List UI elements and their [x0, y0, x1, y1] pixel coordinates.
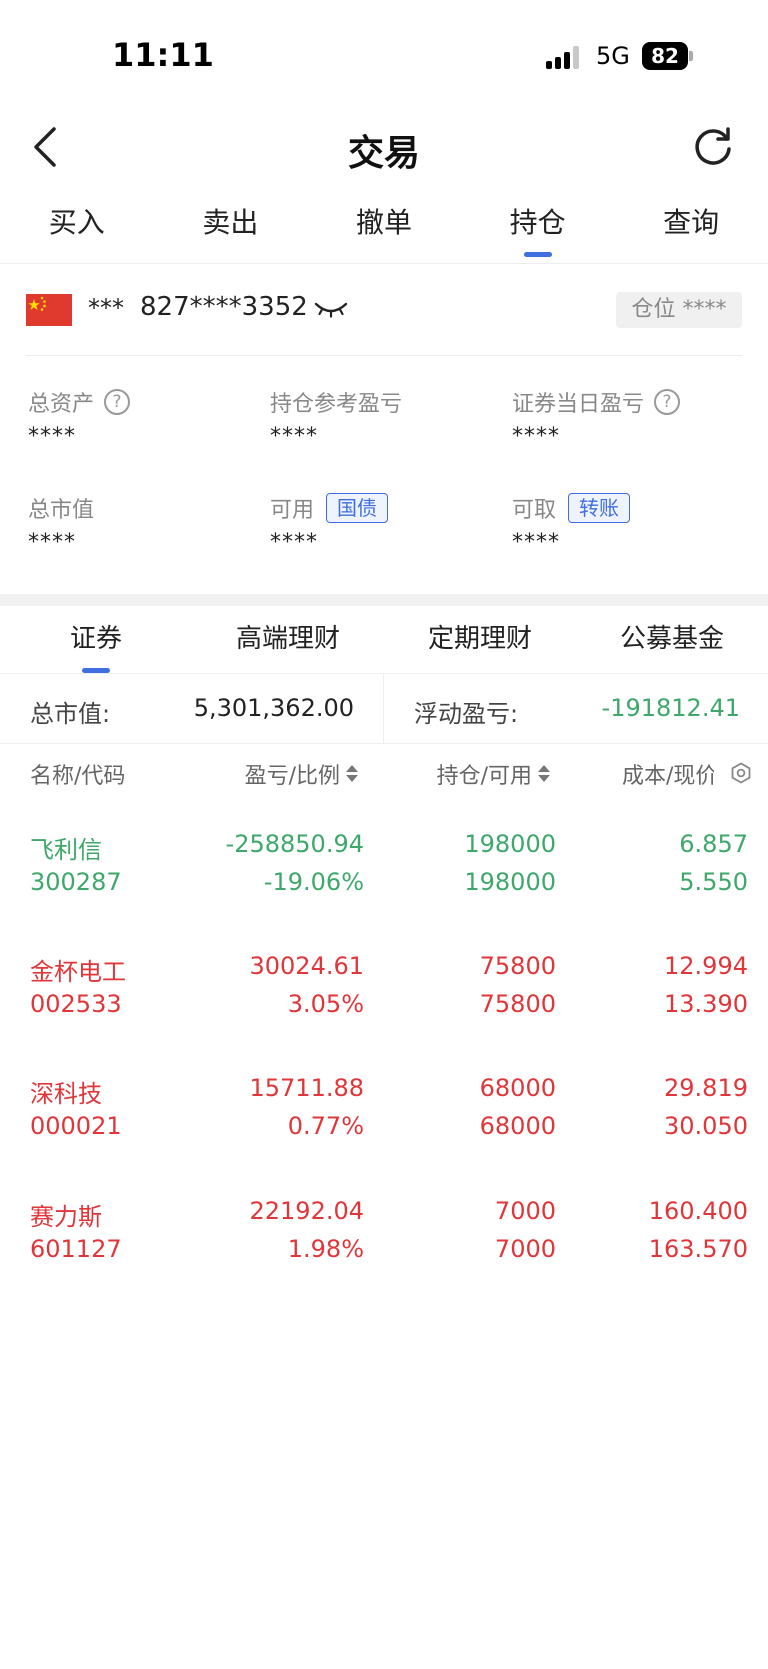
- totals-row: 总市值: 5,301,362.00 浮动盈亏: -191812.41: [0, 674, 768, 744]
- trade-tabs: 买入 卖出 撤单 持仓 查询: [0, 196, 768, 264]
- table-row[interactable]: 飞利信 300287 -258850.94 -19.06% 198000 198000 6.…: [0, 830, 768, 910]
- pnl-ratio: -19.06%: [263, 868, 364, 896]
- table-row[interactable]: 金杯电工 002533 30024.61 3.05% 75800 75800 12.994 1…: [0, 952, 768, 1032]
- page-title: 交易: [347, 133, 420, 174]
- holding-qty: 7000: [494, 1197, 556, 1225]
- active-tab-indicator: [523, 252, 552, 257]
- floating-pnl-label: 浮动盈亏:: [414, 700, 519, 728]
- col-cost-price: 成本/现价: [622, 764, 714, 789]
- tab-positions[interactable]: 持仓: [461, 196, 615, 263]
- stock-code: 002533: [30, 990, 122, 1018]
- summary-daily-pnl: 证券当日盈亏? ****: [512, 386, 752, 466]
- battery-level: 82: [642, 42, 688, 70]
- col-holding-available[interactable]: 持仓/可用: [437, 758, 550, 790]
- available-qty: 75800: [479, 990, 556, 1018]
- col-name-code: 名称/代码: [30, 764, 126, 789]
- position-pnl-value: ****: [270, 424, 318, 449]
- available-value: ****: [270, 530, 318, 555]
- pnl-amount: -258850.94: [225, 830, 364, 858]
- total-market-value-label: 总市值:: [30, 700, 111, 728]
- tab-premium-wealth[interactable]: 高端理财: [192, 614, 384, 673]
- cost-price: 6.857: [679, 830, 748, 858]
- summary-total-assets: 总资产? ****: [28, 386, 268, 466]
- summary-available: 可用 国债 ****: [270, 492, 510, 572]
- tab-query[interactable]: 查询: [614, 196, 768, 263]
- treasury-bond-tag[interactable]: 国债: [326, 493, 389, 523]
- current-price: 163.570: [648, 1235, 748, 1263]
- withdrawable-value: ****: [512, 530, 560, 555]
- tab-fixed-term-wealth[interactable]: 定期理财: [384, 614, 576, 673]
- available-qty: 7000: [494, 1235, 556, 1263]
- stock-code: 601127: [30, 1235, 122, 1263]
- stock-name: 赛力斯: [30, 1203, 102, 1231]
- holding-qty: 198000: [464, 830, 556, 858]
- positions-table-header: 名称/代码 盈亏/比例 持仓/可用 成本/现价: [0, 758, 768, 800]
- tab-buy[interactable]: 买入: [0, 196, 154, 263]
- section-separator: [0, 594, 768, 606]
- sort-icon[interactable]: [538, 764, 550, 784]
- table-row[interactable]: 赛力斯 601127 22192.04 1.98% 7000 7000 160.400 163…: [0, 1197, 768, 1277]
- help-icon[interactable]: ?: [104, 389, 131, 415]
- summary-market-value: 总市值 ****: [28, 492, 268, 572]
- available-qty: 198000: [464, 868, 556, 896]
- stock-code: 300287: [30, 868, 122, 896]
- current-price: 30.050: [664, 1112, 748, 1140]
- position-ratio-badge[interactable]: 仓位 ****: [616, 292, 742, 328]
- summary-position-pnl: 持仓参考盈亏 ****: [270, 386, 510, 466]
- stock-name: 深科技: [30, 1080, 102, 1108]
- pnl-ratio: 3.05%: [287, 990, 364, 1018]
- account-number: 827****3352: [140, 292, 308, 322]
- battery-icon: 82: [642, 42, 694, 70]
- asset-summary: 总资产? **** 持仓参考盈亏 **** 证券当日盈亏? **** 总市值 *…: [0, 386, 768, 586]
- stock-name: 飞利信: [30, 836, 102, 864]
- refresh-icon[interactable]: [690, 124, 736, 170]
- trade-positions-page: 11:11 5G 82 交易 买入 卖出 撤单 持仓 查询 *** 827***…: [0, 0, 768, 1669]
- table-row[interactable]: 深科技 000021 15711.88 0.77% 68000 68000 29.819 30…: [0, 1074, 768, 1154]
- cost-price: 160.400: [648, 1197, 748, 1225]
- daily-pnl-value: ****: [512, 424, 560, 449]
- cost-price: 29.819: [664, 1074, 748, 1102]
- market-value-value: ****: [28, 530, 76, 555]
- pnl-amount: 30024.61: [249, 952, 364, 980]
- status-time: 11:11: [112, 36, 214, 74]
- account-name-mask: ***: [88, 294, 124, 322]
- holding-qty: 68000: [479, 1074, 556, 1102]
- help-icon[interactable]: ?: [654, 389, 681, 415]
- nav-header: 交易: [0, 112, 768, 184]
- eye-closed-icon[interactable]: [314, 298, 348, 320]
- total-market-value: 5,301,362.00: [193, 694, 354, 722]
- current-price: 13.390: [664, 990, 748, 1018]
- sort-icon[interactable]: [346, 764, 358, 784]
- cost-price: 12.994: [664, 952, 748, 980]
- account-row: *** 827****3352 仓位 ****: [0, 288, 768, 356]
- transfer-tag[interactable]: 转账: [568, 493, 631, 523]
- summary-withdrawable: 可取 转账 ****: [512, 492, 752, 572]
- floating-pnl-value: -191812.41: [601, 694, 740, 722]
- tab-sell[interactable]: 卖出: [154, 196, 308, 263]
- hexagon-settings-icon[interactable]: [730, 762, 752, 784]
- pnl-ratio: 1.98%: [287, 1235, 364, 1263]
- holding-qty: 75800: [479, 952, 556, 980]
- current-price: 5.550: [679, 868, 748, 896]
- stock-code: 000021: [30, 1112, 122, 1140]
- signal-icon: [546, 45, 582, 69]
- available-qty: 68000: [479, 1112, 556, 1140]
- pnl-amount: 22192.04: [249, 1197, 364, 1225]
- tab-public-funds[interactable]: 公募基金: [576, 614, 768, 673]
- pnl-amount: 15711.88: [249, 1074, 364, 1102]
- network-type: 5G: [596, 42, 630, 70]
- stock-name: 金杯电工: [30, 958, 126, 986]
- product-tabs: 证券 高端理财 定期理财 公募基金: [0, 614, 768, 674]
- tab-cancel-order[interactable]: 撤单: [307, 196, 461, 263]
- col-pnl-ratio[interactable]: 盈亏/比例: [245, 758, 358, 790]
- pnl-ratio: 0.77%: [287, 1112, 364, 1140]
- tab-securities[interactable]: 证券: [0, 614, 192, 673]
- active-tab-indicator: [82, 668, 110, 673]
- divider: [26, 355, 742, 356]
- status-bar: 11:11 5G 82: [0, 0, 768, 112]
- total-assets-value: ****: [28, 424, 76, 449]
- china-flag-icon: [26, 294, 72, 326]
